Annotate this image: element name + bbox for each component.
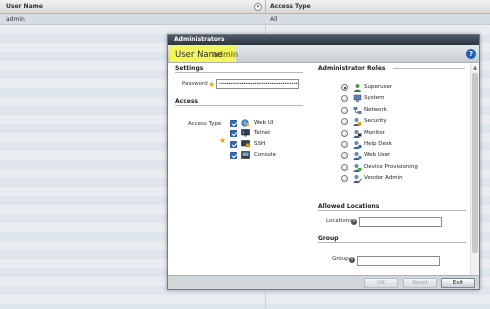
- checkbox-web-ui[interactable]: [230, 120, 237, 127]
- system-icon: [353, 95, 362, 103]
- role-radio-system[interactable]: [341, 95, 348, 103]
- exit-button[interactable]: Exit: [441, 278, 475, 288]
- ok-button[interactable]: OK: [364, 278, 398, 288]
- allowed-locations-title: Allowed Locations: [318, 203, 380, 210]
- section-divider: [175, 72, 303, 73]
- checkbox-ssh[interactable]: [230, 141, 237, 148]
- help-icon[interactable]: ?: [466, 49, 476, 59]
- table-cell-access-type: All: [270, 16, 278, 23]
- role-radio-web-user[interactable]: [341, 152, 348, 160]
- role-label: Web User: [364, 152, 391, 159]
- checkbox-telnet[interactable]: [230, 130, 237, 137]
- group-input[interactable]: [357, 256, 440, 266]
- locations-input[interactable]: [359, 217, 442, 227]
- access-type-label: Access Type: [188, 121, 222, 127]
- access-section-title: Access: [175, 98, 198, 105]
- console-icon: [241, 151, 250, 159]
- role-radio-network[interactable]: [341, 106, 348, 114]
- access-type-label-web-ui: Web UI: [254, 120, 274, 126]
- role-label: Superuser: [364, 84, 393, 90]
- section-divider: [318, 242, 466, 243]
- required-star-icon: ★: [219, 136, 227, 145]
- role-label: Device Provisioning: [364, 163, 418, 170]
- dialog-scrollbar[interactable]: ▲: [470, 64, 479, 275]
- required-star-icon: ★: [208, 80, 216, 89]
- column-divider: [265, 0, 266, 14]
- role-radio-vendor-admin[interactable]: [341, 175, 348, 183]
- password-input[interactable]: ••••••••••••••••••••••••••••••••••••••••…: [216, 79, 299, 89]
- table-cell-user-name: admin: [6, 16, 25, 23]
- info-icon[interactable]: i: [351, 219, 357, 225]
- role-label: System: [364, 95, 385, 102]
- scroll-thumb[interactable]: [472, 73, 478, 253]
- telnet-icon: [241, 129, 250, 137]
- web-user-icon: [353, 152, 362, 161]
- scroll-up-arrow-icon[interactable]: ▲: [472, 65, 478, 71]
- info-icon[interactable]: i: [349, 257, 355, 263]
- column-header-user-name[interactable]: User Name: [6, 0, 43, 14]
- ssh-icon: [241, 140, 250, 148]
- superuser-icon: [354, 84, 361, 92]
- section-divider: [318, 210, 466, 211]
- settings-section-title: Settings: [175, 65, 204, 72]
- role-label: Monitor: [364, 129, 385, 136]
- device-provisioning-icon: [353, 163, 362, 172]
- column-menu-icon[interactable]: ▾: [254, 3, 262, 11]
- column-header-access-type[interactable]: Access Type: [270, 0, 311, 14]
- access-type-label-ssh: SSH: [254, 141, 266, 147]
- role-label: Network: [364, 106, 387, 113]
- dialog-footer: OK Reset Exit: [168, 275, 479, 289]
- dialog-body: Settings Password ★ ••••••••••••••••••••…: [168, 64, 479, 275]
- access-type-label-telnet: Telnet: [254, 130, 271, 136]
- dialog-titlebar[interactable]: Administrators: [168, 35, 479, 45]
- help-desk-icon: [353, 141, 362, 149]
- section-divider: [393, 68, 465, 69]
- role-label: Security: [364, 118, 387, 125]
- checkbox-console[interactable]: [230, 152, 237, 159]
- role-label: Help Desk: [364, 141, 392, 147]
- web-ui-icon: [241, 119, 250, 127]
- security-icon: [353, 118, 362, 127]
- access-type-label-console: Console: [254, 152, 276, 158]
- role-radio-security[interactable]: [341, 118, 348, 126]
- user-name-value: admin: [213, 50, 239, 59]
- group-section-title: Group: [318, 235, 339, 242]
- role-radio-superuser[interactable]: [341, 84, 348, 91]
- section-divider: [175, 105, 303, 106]
- locations-label: Locations: [326, 218, 353, 224]
- role-radio-help-desk[interactable]: [341, 141, 348, 148]
- table-row[interactable]: admin All: [0, 14, 490, 25]
- role-label: Vendor Admin: [364, 175, 403, 182]
- reset-button[interactable]: Reset: [403, 278, 437, 288]
- role-radio-device-provisioning[interactable]: [341, 163, 348, 171]
- administrators-dialog: Administrators User Name admin ? Setting…: [167, 34, 480, 290]
- password-label: Password: [182, 81, 208, 87]
- administrator-roles-title: Administrator Roles: [318, 65, 386, 72]
- dialog-header: User Name admin ?: [168, 45, 479, 63]
- group-label: Group: [332, 256, 349, 262]
- network-icon: [353, 106, 362, 114]
- monitor-icon: [353, 129, 362, 138]
- vendor-admin-icon: [353, 175, 362, 184]
- user-table-header: User Name ▾ Access Type: [0, 0, 490, 14]
- role-radio-monitor[interactable]: [341, 129, 348, 137]
- user-name-highlight: User Name admin: [170, 46, 239, 62]
